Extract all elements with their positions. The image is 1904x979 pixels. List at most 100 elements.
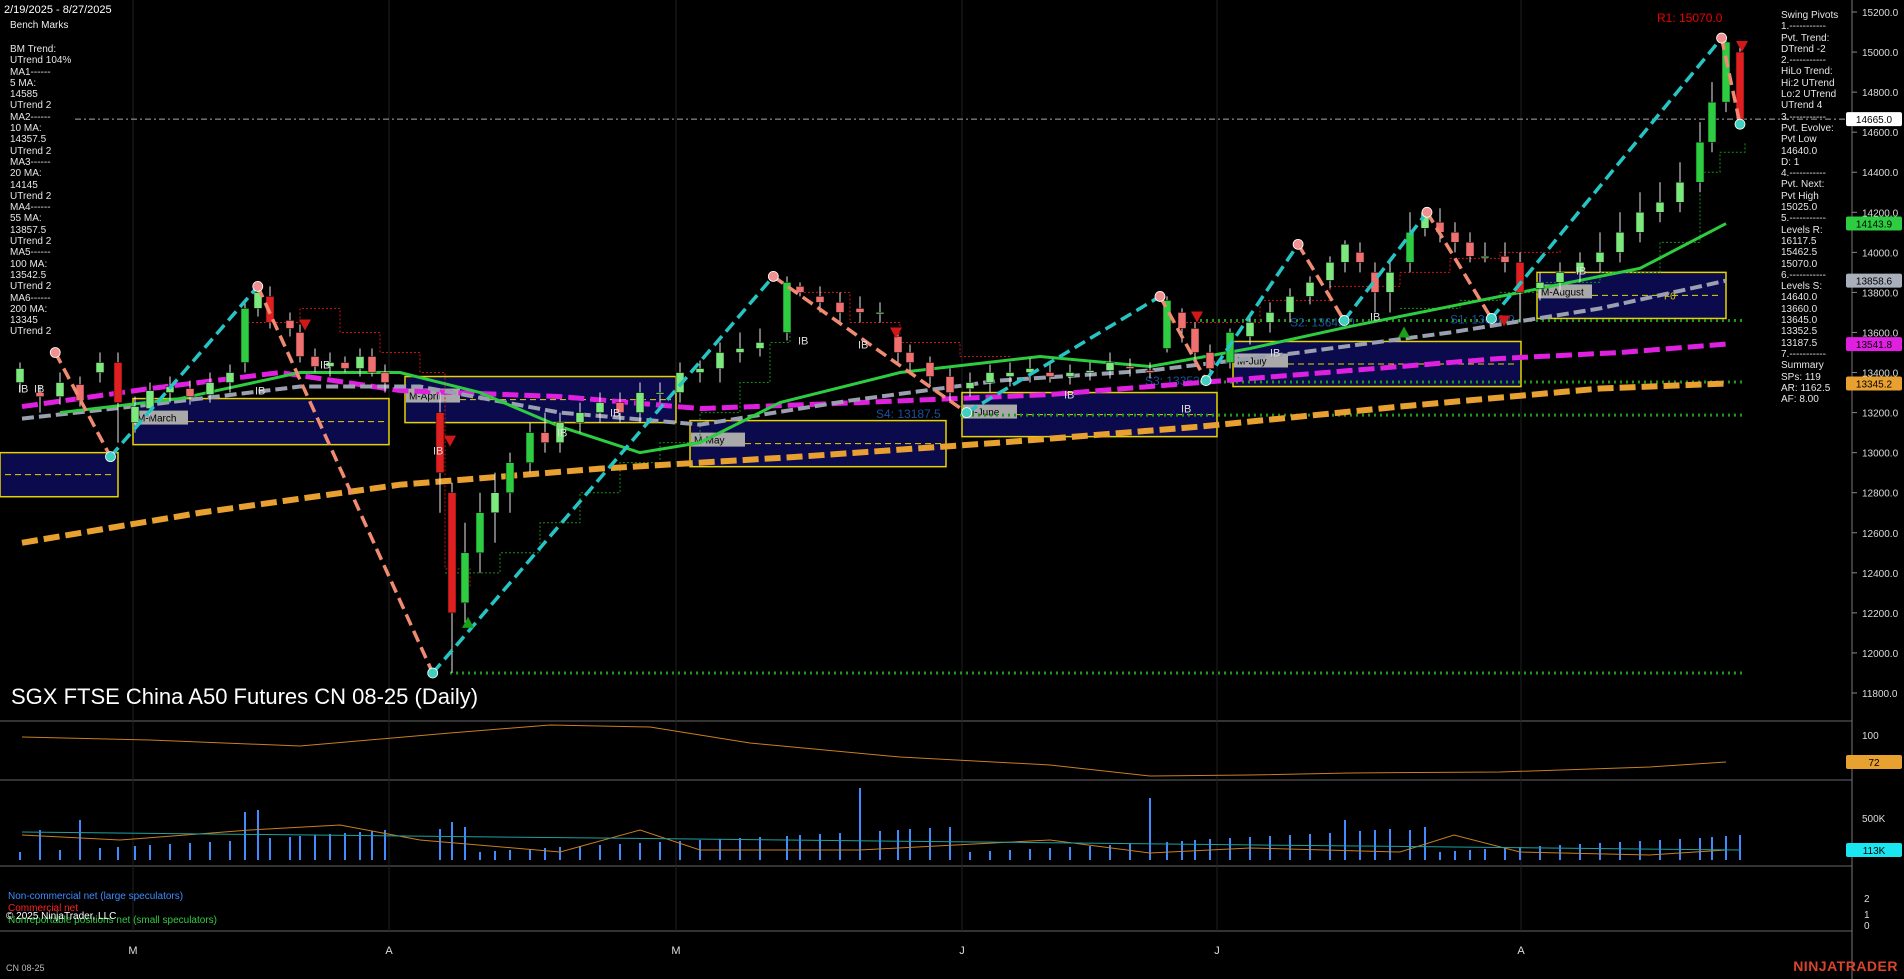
candle-body (1065, 372, 1075, 377)
inside-bar-label: IB (610, 408, 620, 420)
candle-body (95, 362, 105, 373)
month-label: J (1214, 945, 1220, 957)
price-tag-label: 14665.0 (1856, 115, 1893, 126)
candle-body (855, 308, 865, 313)
candle-body (1355, 252, 1365, 263)
swing-pivot-leg (256, 285, 435, 674)
swing-pivot-dot (1292, 238, 1304, 250)
candle-body (835, 302, 845, 313)
candle-body (635, 392, 645, 413)
swing-pivot-dot (1200, 375, 1212, 386)
candle-body (945, 376, 955, 393)
swing-pivot-dot (1486, 313, 1497, 324)
candle-body (1500, 256, 1510, 263)
swing-pivot-dot (1338, 315, 1350, 326)
chart-title: SGX FTSE China A50 Futures CN 08-25 (Dai… (11, 684, 479, 709)
candle-body (1205, 352, 1215, 369)
price-tick-label: 14000.0 (1862, 248, 1899, 259)
price-tag-label: 13345.2 (1856, 380, 1893, 391)
candle-body (1325, 262, 1335, 281)
candle-body (1721, 41, 1731, 103)
candle-body (815, 296, 825, 303)
candle-body (1245, 322, 1255, 337)
swing-pivot-dot (105, 451, 116, 463)
candle-body (893, 336, 903, 353)
candle-body (1555, 272, 1565, 283)
candle-body (1190, 328, 1200, 353)
candle-body (925, 362, 935, 377)
price-tick-label: 11800.0 (1862, 689, 1898, 700)
candle-body (145, 390, 155, 409)
candle-body (1635, 212, 1645, 233)
candle-body (905, 352, 915, 363)
monthly-box-label: M-August (1541, 287, 1584, 298)
bench-marks-title: Bench Marks (10, 20, 69, 31)
inside-bar-label: IB (1370, 311, 1380, 323)
r1-level-label: R1: 15070.0 (1657, 11, 1723, 25)
volume-tag-label: 113K (1863, 846, 1886, 857)
candle-body (113, 362, 123, 403)
month-label: M (671, 945, 680, 957)
level-label-s4: S4: 13187.5 (876, 407, 941, 421)
candle-body (1005, 372, 1015, 377)
candle-body (1707, 101, 1717, 143)
swing-pivot-leg (1342, 211, 1429, 322)
legend-noncommercial: Non-commercial net (large speculators) (8, 891, 184, 902)
inside-bar-label: IB (34, 384, 44, 396)
candle-body (1465, 242, 1475, 257)
price-tag-label: 13858.6 (1856, 277, 1893, 288)
indicator-tick-label: 100 (1862, 731, 1879, 742)
swing-pivot-dot (1734, 118, 1746, 130)
candle-body (1450, 232, 1460, 243)
inside-bar-label: IB (1270, 348, 1280, 360)
price-tick-label: 12200.0 (1862, 609, 1899, 620)
swing-pivot-leg (1296, 243, 1346, 322)
signal-triangle (299, 319, 311, 331)
candle-body (1125, 366, 1135, 369)
inside-bar-label: IB (858, 339, 868, 351)
swing-pivot-leg (431, 275, 775, 675)
price-tick-label: 12000.0 (1862, 649, 1899, 660)
indicator-tag-label: 72 (1868, 758, 1880, 769)
swing-pivot-dot (1154, 291, 1166, 302)
price-tag-label: 13541.8 (1856, 340, 1893, 351)
price-chart[interactable]: M-MarchM-AprilM-MayM-JuneM-JulyM-AugustS… (0, 0, 1904, 979)
signal-triangle (444, 435, 456, 447)
candle-body (985, 372, 995, 383)
candle-body (1675, 182, 1685, 203)
inside-bar-label: IB (1576, 265, 1586, 277)
inside-bar-label: IB (320, 360, 330, 372)
signal-triangle (1736, 41, 1748, 53)
candle-body (240, 308, 250, 363)
candle-body (1305, 282, 1315, 297)
candle-body (1695, 141, 1705, 183)
inside-bar-label: IB (255, 386, 265, 398)
candle-body (595, 402, 605, 413)
swing-pivot-dot (49, 347, 61, 358)
swing-pivot-dot (961, 407, 973, 418)
swing-pivot-dot (427, 667, 439, 679)
candle-body (1480, 256, 1490, 259)
candle-body (505, 462, 515, 493)
ninjatrader-logo: NINJATRADER (1793, 958, 1898, 974)
candle-body (295, 332, 305, 357)
candle-body (1535, 282, 1545, 289)
candle-body (655, 392, 665, 395)
candle-body (1340, 244, 1350, 263)
candle-body (367, 356, 377, 373)
candle-body (715, 352, 725, 369)
cot-tick-label: 0 (1864, 921, 1870, 932)
candle-body (355, 356, 365, 369)
cot-tick-label: 2 (1864, 894, 1870, 905)
candle-body (1145, 370, 1155, 373)
candle-body (380, 372, 390, 383)
price-tick-label: 14600.0 (1862, 128, 1899, 139)
price-tag-label: 14143.9 (1856, 220, 1893, 231)
candle-body (340, 362, 350, 369)
candle-body (130, 406, 140, 423)
candle-body (540, 432, 550, 443)
instrument-symbol: CN 08-25 (6, 963, 45, 973)
inside-bar-label: IB (1064, 390, 1074, 402)
candle-body (1177, 312, 1187, 329)
candle-body (205, 382, 215, 395)
